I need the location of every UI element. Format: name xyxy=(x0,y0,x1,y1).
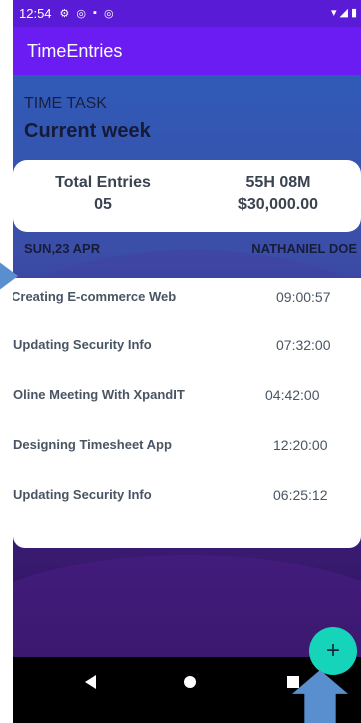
add-entry-button[interactable]: + xyxy=(309,627,357,675)
wifi-icon: ▾ xyxy=(330,7,337,19)
list-item[interactable]: Creating E-commerce Web 09:00:57 xyxy=(13,282,361,312)
list-item[interactable]: Updating Security Info 06:25:12 xyxy=(13,480,361,510)
entry-task: Updating Security Info xyxy=(13,487,152,502)
entry-task: Designing Timesheet App xyxy=(13,437,172,452)
app-bar: TimeEntries xyxy=(13,27,361,75)
totals-block: 55H 08M $30,000.00 xyxy=(208,172,348,216)
total-amount: $30,000.00 xyxy=(237,196,319,213)
status-bar: 12:54 ⚙ ◎ ▪ ◎ ▾ ◢ ▮ xyxy=(13,0,361,27)
sync-icon: ◎ xyxy=(76,8,87,20)
entry-duration: 07:32:00 xyxy=(276,337,331,353)
status-icons: ⚙ ◎ ▪ ◎ xyxy=(60,7,114,20)
data-saver-icon: ◎ xyxy=(103,8,114,20)
entry-duration: 09:00:57 xyxy=(276,289,331,305)
total-entries-value: 05 xyxy=(94,196,112,213)
sd-card-icon: ▪ xyxy=(93,7,97,19)
system-indicators: ▾ ◢ ▮ xyxy=(331,6,357,19)
settings-icon: ⚙ xyxy=(59,8,70,20)
list-item[interactable]: Updating Security Info 07:32:00 xyxy=(13,330,361,360)
home-icon[interactable] xyxy=(184,676,196,688)
total-entries-label: Total Entries xyxy=(55,174,151,191)
main-content: TIME TASK Current week Total Entries 05 … xyxy=(13,75,361,685)
list-item[interactable]: Oline Meeting With XpandIT 04:42:00 xyxy=(13,380,361,410)
battery-icon: ▮ xyxy=(350,7,357,19)
list-item[interactable]: Designing Timesheet App 12:20:00 xyxy=(13,430,361,460)
time-task-title: Current week xyxy=(24,120,151,142)
back-icon[interactable] xyxy=(85,675,96,689)
time-task-label: TIME TASK xyxy=(24,95,107,112)
entry-duration: 06:25:12 xyxy=(273,487,328,503)
signal-icon: ◢ xyxy=(339,7,348,19)
app-frame: 12:54 ⚙ ◎ ▪ ◎ ▾ ◢ ▮ TimeEntries TIME TAS… xyxy=(13,0,361,723)
entry-duration: 04:42:00 xyxy=(265,387,320,403)
entry-task: Updating Security Info xyxy=(13,337,152,352)
entry-task: Oline Meeting With XpandIT xyxy=(13,387,185,402)
summary-card: Total Entries 05 55H 08M $30,000.00 xyxy=(13,160,361,232)
total-hours: 55H 08M xyxy=(245,174,311,191)
app-title: TimeEntries xyxy=(27,40,123,61)
entry-duration: 12:20:00 xyxy=(273,437,328,453)
status-time: 12:54 xyxy=(19,6,52,21)
entries-user: NATHANIEL DOE xyxy=(251,241,357,256)
recents-icon[interactable] xyxy=(287,676,299,688)
entries-list: Creating E-commerce Web 09:00:57 Updatin… xyxy=(13,278,361,548)
total-entries-block: Total Entries 05 xyxy=(33,172,173,216)
entries-date: SUN,23 APR xyxy=(24,241,101,256)
entry-task: Creating E-commerce Web xyxy=(13,289,177,304)
